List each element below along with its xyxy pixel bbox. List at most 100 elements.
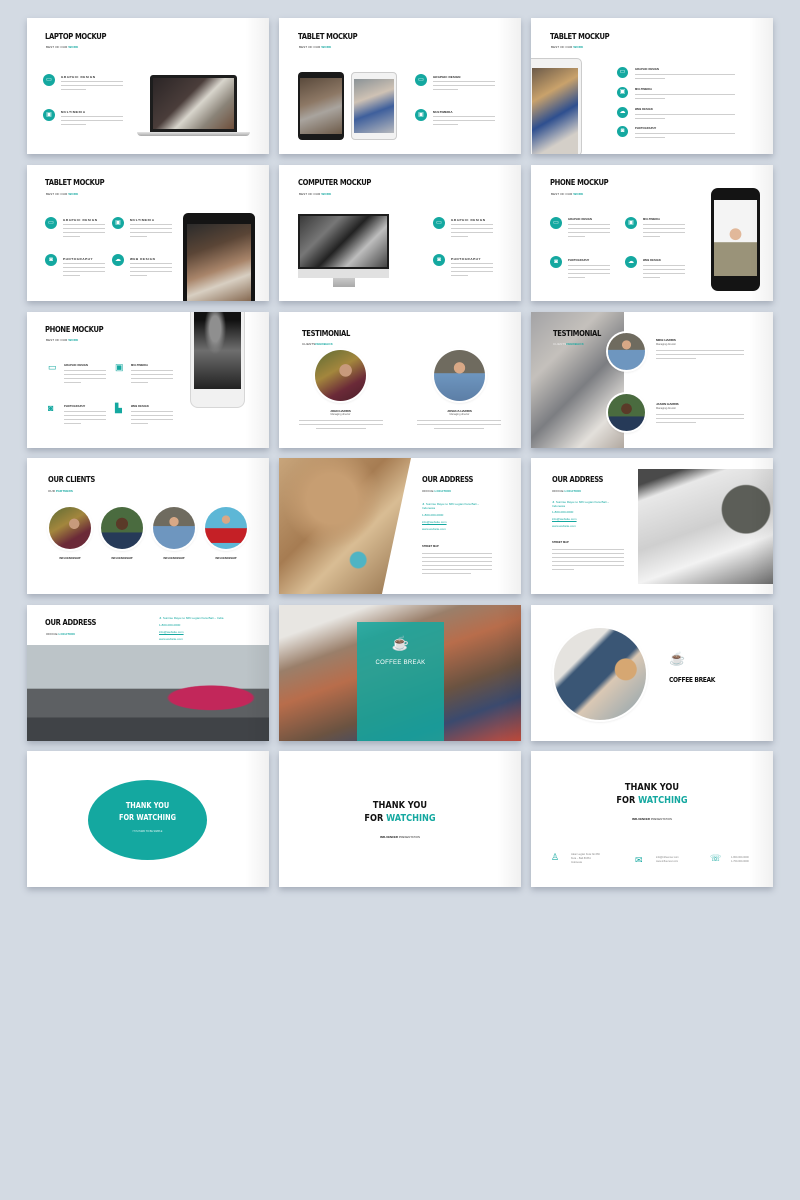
address-text: Jl. Sunrise Raya no 666 Legian Kuta Bali… [552, 500, 610, 508]
slide-our-address[interactable]: OUR ADDRESS OFFICE LOCATION Jl. Sunrise … [279, 458, 521, 594]
person-role: Managing director [656, 343, 677, 346]
slide-our-clients[interactable]: OUR CLIENTS OUR PARTNERS INFLUENCESHIP I… [27, 458, 269, 594]
slide-laptop-mockup[interactable]: LAPTOP MOCKUP BEST OF OUR WORK ▭ GRAPHIC… [27, 18, 269, 154]
testimonial-text [656, 414, 744, 426]
feature-title: MULTIMEDIA [130, 218, 155, 222]
contact-phone: 1-800-000-0000 1-700-000-0000 [731, 856, 749, 863]
slide-thank-you-3[interactable]: THANK YOU FOR WATCHING INFLUENCER PRESEN… [531, 751, 773, 887]
tagline: INFLUENCER PRESENTATION [631, 817, 673, 821]
laptop-icon: ▭ [43, 74, 55, 86]
feature-title: MULTIMEDIA [635, 88, 653, 91]
person-name: JASON HARRIS [656, 402, 679, 406]
website-link[interactable]: www.website.com [422, 526, 446, 533]
feature-text [64, 370, 106, 386]
slide-title: TESTIMONIAL [302, 329, 350, 338]
client-avatar[interactable] [153, 507, 195, 549]
tablet-image [183, 213, 255, 301]
website-link[interactable]: www.website.com [552, 523, 576, 530]
monitor-icon: ▣ [115, 362, 124, 372]
feature-title: GRAPHIC DESIGN [63, 218, 98, 222]
slide-subtitle: CLIENTSFEEDBACK [553, 342, 584, 346]
laptop-icon: ▭ [45, 217, 57, 229]
feature-title: MULTIMEDIA [61, 110, 86, 114]
slide-title: TABLET MOCKUP [550, 32, 610, 41]
feature-text [643, 265, 685, 281]
slide-testimonial-2[interactable]: TESTIMONIAL CLIENTSFEEDBACK MIKE HARRIS … [531, 312, 773, 448]
cloud-icon: ☁ [617, 107, 628, 118]
feature-title: PHOTOGRAPHY [64, 405, 86, 408]
feature-title: WEB DESIGN [131, 405, 149, 408]
cloud-icon: ☁ [112, 254, 124, 266]
slide-subtitle: BEST OF OUR WORK [46, 192, 79, 196]
slide-computer-mockup[interactable]: COMPUTER MOCKUP BEST OF OUR WORK ▭ GRAPH… [279, 165, 521, 301]
slide-our-address-3[interactable]: OUR ADDRESS OFFICE LOCATION Jl. Sunrise … [27, 605, 269, 741]
feature-text [61, 116, 123, 128]
slide-tablet-mockup-3[interactable]: TABLET MOCKUP BEST OF OUR WORK ▭ GRAPHIC… [27, 165, 269, 301]
monitor-icon: ▣ [43, 109, 55, 121]
slide-title: OUR ADDRESS [45, 618, 97, 627]
slide-subtitle: BEST OF OUR WORK [299, 192, 332, 196]
contact-email[interactable]: info@influencer.com www.influencer.com [656, 856, 679, 864]
monitor-icon: ▣ [617, 87, 628, 98]
map-image [279, 458, 411, 594]
slide-title: OUR ADDRESS [422, 475, 474, 484]
phone-image [190, 312, 245, 408]
testimonial-text [299, 420, 383, 432]
laptop-icon: ▭ [433, 217, 445, 229]
mail-icon: ✉ [635, 855, 643, 865]
client-avatar[interactable] [49, 507, 91, 549]
slide-subtitle: OFFICE LOCATION [46, 632, 75, 636]
slide-tablet-mockup-2[interactable]: TABLET MOCKUP BEST OF OUR WORK ▭ GRAPHIC… [531, 18, 773, 154]
client-avatar[interactable] [101, 507, 143, 549]
feature-title: PHOTOGRAPHY [451, 257, 482, 261]
slide-thank-you-2[interactable]: THANK YOU FOR WATCHING INFLUENCER PRESEN… [279, 751, 521, 887]
contact-address: Jalan Legian Kuta No.666 Kuta – Bali 803… [571, 853, 600, 864]
email-link[interactable]: info@website.com [552, 516, 577, 523]
email-link[interactable]: info@website.com [159, 629, 184, 636]
coffee-break-overlay: ☕ COFFEE BREAK [357, 622, 444, 741]
feature-text [635, 133, 735, 141]
slide-title: LAPTOP MOCKUP [45, 32, 107, 41]
feature-title: PHOTOGRAPHY [63, 257, 94, 261]
slide-coffee-break[interactable]: ☕ COFFEE BREAK [279, 605, 521, 741]
slide-phone-mockup-2[interactable]: PHONE MOCKUP BEST OF OUR WORK ▭ GRAPHIC … [27, 312, 269, 448]
feature-title: MULTIMEDIA [643, 218, 661, 221]
monitor-icon: ▣ [625, 217, 637, 229]
feature-title: GRAPHIC DESIGN [61, 75, 96, 79]
feature-text [130, 263, 172, 279]
slide-subtitle: CLIENTSFEEDBACK [302, 342, 333, 346]
slide-title: TESTIMONIAL [553, 329, 601, 338]
feature-text [63, 263, 105, 279]
feature-text [130, 224, 172, 240]
magazine-photo [638, 469, 773, 584]
slide-tablet-mockup[interactable]: TABLET MOCKUP BEST OF OUR WORK ▭ GRAPHIC… [279, 18, 521, 154]
slide-title: COMPUTER MOCKUP [298, 178, 372, 187]
slide-subtitle: OFFICE LOCATION [422, 489, 451, 493]
monitor-screen-image [298, 214, 389, 269]
feature-title: WEB DESIGN [130, 257, 156, 261]
client-avatar[interactable] [205, 507, 247, 549]
slide-testimonial[interactable]: TESTIMONIAL CLIENTSFEEDBACK JOHN HARRIS … [279, 312, 521, 448]
laptop-icon: ▭ [48, 362, 57, 372]
feature-title: GRAPHIC DESIGN [64, 364, 89, 367]
website-link[interactable]: www.website.com [159, 636, 183, 643]
feature-title: WEB DESIGN [643, 259, 661, 262]
coffee-cup-icon: ☕ [669, 651, 686, 666]
avatar [315, 350, 366, 401]
person-role: Managing director [330, 413, 351, 416]
slide-subtitle: BEST OF OUR WORK [46, 338, 79, 342]
slide-phone-mockup[interactable]: PHONE MOCKUP BEST OF OUR WORK ▭ GRAPHIC … [531, 165, 773, 301]
slide-our-address-2[interactable]: OUR ADDRESS OFFICE LOCATION Jl. Sunrise … [531, 458, 773, 594]
slide-thank-you[interactable]: THANK YOU FOR WATCHING IT IS HARD TO BE … [27, 751, 269, 887]
email-link[interactable]: info@website.com [422, 519, 447, 526]
slide-subtitle: BEST OF OUR WORK [46, 45, 79, 49]
client-name: INFLUENCESHIP [111, 557, 133, 560]
slide-coffee-break-2[interactable]: ☕ COFFEE BREAK [531, 605, 773, 741]
client-name: INFLUENCESHIP [215, 557, 237, 560]
feature-title: PHOTOGRAPHY [635, 127, 657, 130]
monitor-stand [333, 278, 355, 287]
laptop-icon: ▭ [617, 67, 628, 78]
feature-title: PHOTOGRAPHY [568, 259, 590, 262]
feature-text [451, 263, 493, 279]
feature-title: WEB DESIGN [635, 108, 653, 111]
